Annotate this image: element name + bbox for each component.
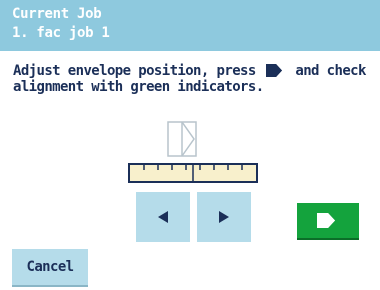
cancel-button[interactable]: Cancel: [12, 249, 88, 287]
confirm-envelope-button[interactable]: [297, 203, 359, 240]
header-bar: Current Job 1. fac job 1: [0, 0, 380, 51]
header-title: Current Job: [12, 6, 102, 22]
move-right-button[interactable]: [197, 192, 251, 242]
envelope-flap-icon: [265, 64, 286, 77]
envelope-position-icon: [167, 121, 197, 157]
job-name: 1. fac job 1: [12, 25, 110, 41]
envelope-flap-icon: [317, 213, 339, 228]
instruction-text-end: and check: [287, 63, 366, 79]
move-left-button[interactable]: [136, 192, 190, 242]
instruction-line-1: Adjust envelope position, press and chec…: [13, 63, 373, 79]
triangle-left-icon: [158, 211, 168, 223]
alignment-ruler: [128, 163, 258, 183]
instruction-text-start: Adjust envelope position, press: [13, 63, 264, 79]
triangle-right-icon: [219, 211, 229, 223]
instruction-text: Adjust envelope position, press and chec…: [13, 63, 373, 95]
instruction-line-2: alignment with green indicators.: [13, 79, 264, 95]
ruler-ticks: [143, 165, 243, 181]
job-screen: Current Job 1. fac job 1 Adjust envelope…: [0, 0, 380, 290]
